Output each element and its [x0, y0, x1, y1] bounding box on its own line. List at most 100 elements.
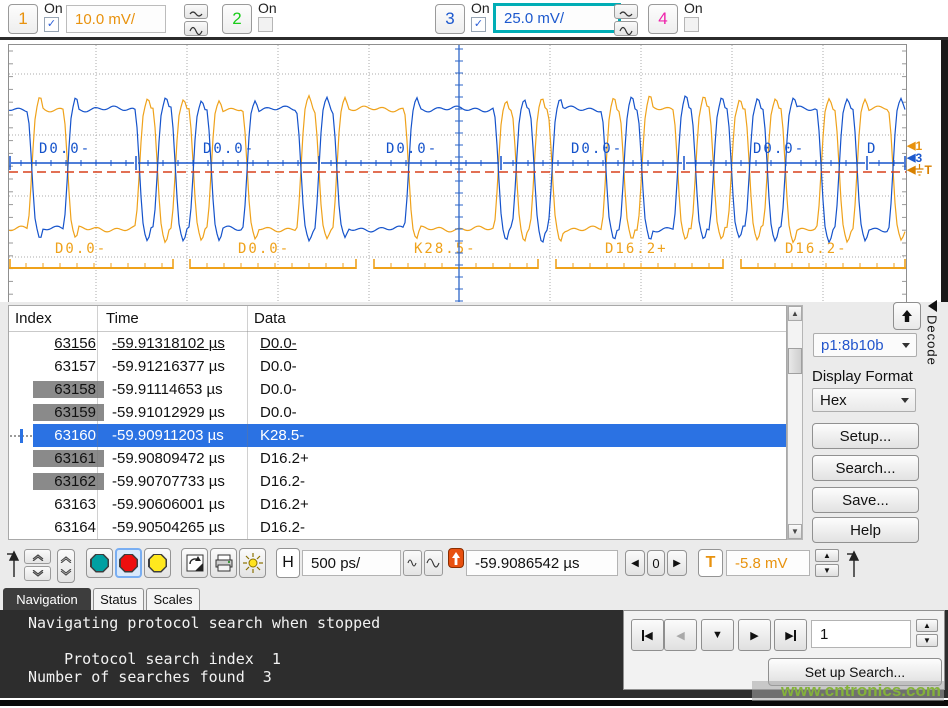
trigger-cursor[interactable]	[455, 45, 463, 302]
up-arrow-icon	[900, 309, 914, 323]
scale-down-large-wave-icon[interactable]	[184, 21, 208, 36]
cell-data: D0.0-	[254, 335, 786, 352]
channel-1-scale-field[interactable]: 10.0 mV/	[66, 5, 166, 33]
waveform-svg: D0.0-D0.0-D0.0-D0.0-D0.0-DD0.0-D0.0-K28.…	[9, 45, 906, 302]
scale-up-small-wave-icon[interactable]	[184, 4, 208, 19]
result-menu-button[interactable]: ▼	[701, 619, 734, 651]
cell-time: -59.90504265 µs	[104, 519, 254, 536]
next-result-button[interactable]: ▶	[738, 619, 771, 651]
timebase-field[interactable]: 500 ps/	[302, 550, 401, 576]
table-row[interactable]: 63160 -59.90911203 µs K28.5-	[9, 424, 786, 447]
up-arrow-icon	[452, 552, 460, 565]
cell-index: 63156	[33, 335, 104, 352]
spin-down-icon[interactable]: ▼	[916, 634, 938, 647]
table-row[interactable]: 63158 -59.91114653 µs D0.0-	[9, 378, 786, 401]
waveform-plot[interactable]: D0.0-D0.0-D0.0-D0.0-D0.0-DD0.0-D0.0-K28.…	[8, 44, 907, 303]
column-header-index[interactable]: Index	[9, 310, 98, 327]
print-button[interactable]	[210, 548, 237, 578]
scroll-down-icon[interactable]: ▼	[788, 524, 802, 539]
horizontal-button[interactable]: H	[276, 548, 300, 578]
zoom-out-wave-icon[interactable]	[424, 550, 443, 576]
column-header-data[interactable]: Data	[248, 310, 786, 327]
trigger-level-marker[interactable]: ◀ T	[907, 164, 932, 176]
level-marker-icon[interactable]	[845, 550, 863, 580]
search-navigation-panel: ◀ ◀ ▼ ▶ ▶ 1 ▲ ▼ Set up Search...	[623, 610, 945, 690]
oscilloscope-screen: 1 On ✓ 10.0 mV/ 2 On 3 On ✓ 25.0 mV/ 4 O…	[0, 0, 948, 708]
expand-up-button[interactable]	[893, 302, 921, 330]
search-index-field[interactable]: 1	[811, 620, 911, 648]
channel-3-on-checkbox[interactable]: ✓	[471, 17, 486, 32]
bus-decode-label: D16.2+	[605, 241, 668, 257]
delay-right-button[interactable]: ▶	[667, 550, 687, 576]
last-result-button[interactable]: ▶	[774, 619, 807, 651]
channel-2-on-checkbox[interactable]	[258, 17, 273, 32]
decode-side-tab[interactable]: Decode	[922, 300, 942, 366]
table-scrollbar[interactable]: ▲ ▼	[787, 305, 803, 540]
cell-index: 63161	[33, 450, 104, 467]
run-button[interactable]	[86, 548, 113, 578]
delay-zero-button[interactable]: 0	[647, 550, 665, 576]
cell-index: 63157	[33, 358, 104, 375]
channel-3-button[interactable]: 3	[435, 4, 465, 34]
spin-down-icon[interactable]: ▼	[815, 564, 839, 577]
cell-time: -59.91318102 µs	[104, 335, 254, 352]
scale-down-large-wave-icon[interactable]	[614, 21, 638, 36]
channel-2-button[interactable]: 2	[222, 4, 252, 34]
tab-scales[interactable]: Scales	[146, 588, 200, 610]
bus-decode-label: D0.0-	[55, 241, 107, 257]
left-arrow-icon: ◀	[907, 165, 915, 175]
delay-left-button[interactable]: ◀	[625, 550, 645, 576]
first-result-button[interactable]: ◀	[631, 619, 664, 651]
stop-button[interactable]	[115, 548, 142, 578]
row-marker-gutter	[9, 355, 33, 378]
trigger-position-button[interactable]	[448, 548, 464, 568]
spin-up-icon[interactable]: ▲	[815, 549, 839, 562]
channel-1-scale-steppers	[184, 4, 208, 36]
ch3-reference-marker[interactable]: ◀3	[907, 152, 922, 164]
zoom-in-wave-icon[interactable]	[403, 550, 422, 576]
cell-data: K28.5-	[254, 427, 786, 444]
scroll-up-icon[interactable]: ▲	[788, 306, 802, 321]
setup-button[interactable]: Setup...	[812, 423, 919, 449]
spin-up-icon[interactable]: ▲	[916, 619, 938, 632]
scrollbar-thumb[interactable]	[788, 348, 802, 374]
decode-tab-label: Decode	[925, 315, 940, 366]
chevron-down-icon[interactable]	[24, 566, 51, 581]
table-row[interactable]: 63164 -59.90504265 µs D16.2-	[9, 516, 786, 539]
table-row[interactable]: 63157 -59.91216377 µs D0.0-	[9, 355, 786, 378]
channel-4-button[interactable]: 4	[648, 4, 678, 34]
channel-4-on-checkbox[interactable]	[684, 17, 699, 32]
tab-status[interactable]: Status	[93, 588, 144, 610]
offset-stepper[interactable]	[57, 549, 75, 583]
single-button[interactable]	[144, 548, 171, 578]
tab-navigation[interactable]: Navigation	[3, 588, 91, 610]
channel-1-on-checkbox[interactable]: ✓	[44, 17, 59, 32]
table-header: Index Time Data	[9, 306, 786, 332]
column-header-time[interactable]: Time	[98, 310, 248, 327]
save-button[interactable]: Save...	[812, 487, 919, 513]
previous-result-button[interactable]: ◀	[664, 619, 697, 651]
delay-field[interactable]: -59.9086542 µs	[466, 550, 618, 576]
channel-3-scale-field[interactable]: 25.0 mV/	[493, 3, 621, 33]
clear-display-button[interactable]	[181, 548, 208, 578]
table-row[interactable]: 63162 -59.90707733 µs D16.2-	[9, 470, 786, 493]
scale-up-small-wave-icon[interactable]	[614, 4, 638, 19]
brightness-button[interactable]	[239, 548, 266, 578]
table-row[interactable]: 63163 -59.90606001 µs D16.2+	[9, 493, 786, 516]
table-row[interactable]: 63161 -59.90809472 µs D16.2+	[9, 447, 786, 470]
chevron-up-icon[interactable]	[24, 549, 51, 564]
trigger-level-field[interactable]: -5.8 mV	[726, 550, 810, 576]
row-marker-gutter	[9, 424, 33, 447]
trigger-button[interactable]: T	[698, 549, 723, 577]
table-row[interactable]: 63156 -59.91318102 µs D0.0-	[9, 332, 786, 355]
display-format-select[interactable]: Hex	[812, 388, 916, 412]
marker-position-icon[interactable]	[5, 550, 23, 580]
ground-icon	[915, 164, 924, 176]
help-button[interactable]: Help	[812, 517, 919, 543]
status-line: Navigating protocol search when stopped	[28, 614, 380, 632]
printer-icon	[214, 554, 234, 572]
decode-bus-select[interactable]: p1:8b10b	[813, 333, 917, 357]
channel-1-button[interactable]: 1	[8, 4, 38, 34]
table-row[interactable]: 63159 -59.91012929 µs D0.0-	[9, 401, 786, 424]
search-button[interactable]: Search...	[812, 455, 919, 481]
